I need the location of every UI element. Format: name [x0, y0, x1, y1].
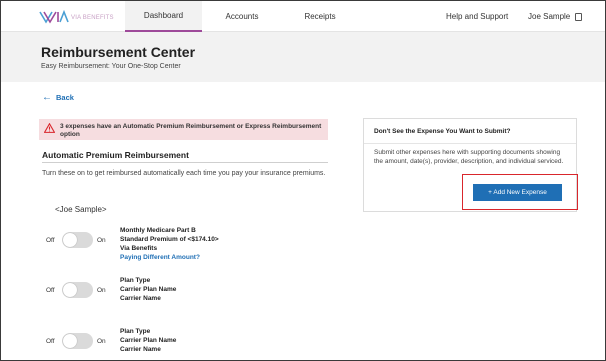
premium-item: Off On Monthly Medicare Part B Standard …	[46, 227, 346, 272]
app-window: VIA BENEFITS Dashboard Accounts Receipts…	[0, 0, 606, 361]
on-label: On	[97, 338, 106, 345]
premium-toggle[interactable]	[62, 333, 93, 349]
arrow-left-icon: ←	[42, 91, 52, 103]
toggle-knob	[63, 334, 77, 348]
section-title: Automatic Premium Reimbursement	[42, 150, 189, 160]
via-logo-icon	[39, 10, 69, 24]
page-title: Reimbursement Center	[41, 44, 196, 60]
plan-line-2: Carrier Plan Name	[120, 337, 177, 344]
alert-banner: 3 expenses have an Automatic Premium Rei…	[39, 119, 328, 140]
user-menu[interactable]: Joe Sample	[528, 1, 570, 32]
off-label: Off	[46, 237, 55, 244]
premium-item: Off On Plan Type Carrier Plan Name Carri…	[46, 277, 346, 322]
plan-line-1: Plan Type	[120, 328, 151, 335]
divider	[364, 143, 576, 144]
premium-toggle[interactable]	[62, 232, 93, 248]
on-label: On	[97, 237, 106, 244]
menu-icon[interactable]	[575, 13, 582, 21]
plan-line-3: Carrier Name	[120, 346, 161, 353]
plan-line-3: Carrier Name	[120, 295, 161, 302]
premium-details: Monthly Medicare Part B Standard Premium…	[120, 226, 219, 262]
page-subtitle: Easy Reimbursement: Your One-Stop Center	[41, 63, 181, 70]
plan-line-1: Monthly Medicare Part B	[120, 227, 196, 234]
warning-icon	[44, 123, 55, 133]
premium-details: Plan Type Carrier Plan Name Carrier Name	[120, 327, 176, 354]
premium-toggle[interactable]	[62, 282, 93, 298]
premium-item: Off On Plan Type Carrier Plan Name Carri…	[46, 328, 346, 360]
tab-receipts[interactable]: Receipts	[291, 1, 349, 32]
logo-text: VIA BENEFITS	[71, 15, 114, 21]
back-label: Back	[56, 93, 74, 102]
on-label: On	[97, 287, 106, 294]
back-link[interactable]: ← Back	[42, 91, 74, 103]
member-name: <Joe Sample>	[55, 205, 107, 214]
help-link[interactable]: Help and Support	[446, 1, 508, 32]
tab-accounts[interactable]: Accounts	[213, 1, 271, 32]
premium-details: Plan Type Carrier Plan Name Carrier Name	[120, 276, 176, 303]
off-label: Off	[46, 287, 55, 294]
plan-line-2: Carrier Plan Name	[120, 286, 177, 293]
off-label: Off	[46, 338, 55, 345]
card-title: Don't See the Expense You Want to Submit…	[374, 128, 511, 135]
toggle-knob	[63, 233, 77, 247]
plan-line-2: Standard Premium of <$174.10>	[120, 236, 219, 243]
card-text: Submit other expenses here with supporti…	[374, 149, 564, 165]
different-amount-link[interactable]: Paying Different Amount?	[120, 253, 219, 262]
logo[interactable]: VIA BENEFITS	[39, 10, 114, 24]
tab-dashboard[interactable]: Dashboard	[125, 1, 202, 32]
top-nav: VIA BENEFITS Dashboard Accounts Receipts…	[1, 1, 605, 32]
alert-text: 3 expenses have an Automatic Premium Rei…	[60, 123, 322, 138]
toggle-knob	[63, 283, 77, 297]
add-new-expense-button[interactable]: + Add New Expense	[473, 184, 562, 201]
divider	[42, 162, 328, 163]
plan-line-3: Via Benefits	[120, 245, 158, 252]
section-description: Turn these on to get reimbursed automati…	[42, 170, 326, 177]
plan-line-1: Plan Type	[120, 277, 151, 284]
